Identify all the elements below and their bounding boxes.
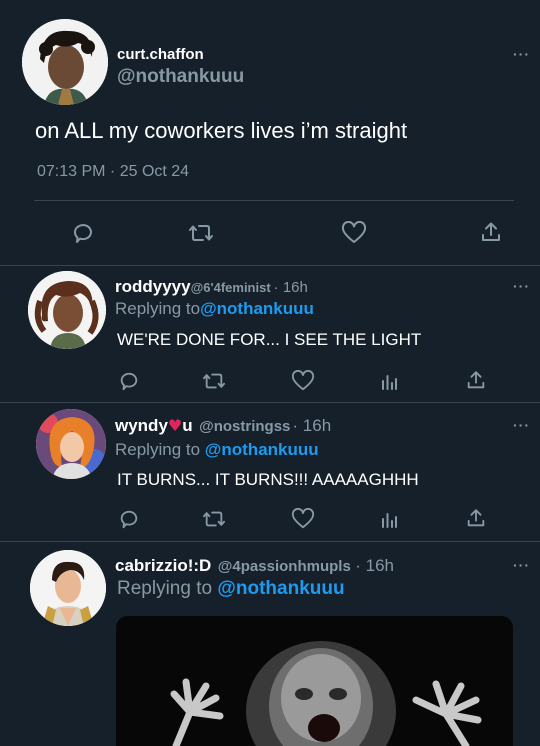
avatar[interactable] <box>36 409 106 479</box>
retweet-icon[interactable] <box>202 370 226 392</box>
more-icon[interactable]: ··· <box>513 278 530 294</box>
replying-to-handle[interactable]: @nothankuuu <box>205 440 319 459</box>
handle[interactable]: @nothankuuu <box>117 66 244 88</box>
retweet-icon[interactable] <box>188 221 214 245</box>
timestamp[interactable]: 07:13 PM · 25 Oct 24 <box>37 163 189 181</box>
handle[interactable]: @4passionhmupls <box>218 558 351 575</box>
reply-time[interactable]: · 16h <box>292 416 331 435</box>
replying-to-handle[interactable]: @nothankuuu <box>200 299 314 318</box>
share-icon[interactable] <box>479 220 503 244</box>
reply-icon[interactable] <box>71 221 95 245</box>
more-icon[interactable]: ··· <box>513 557 530 573</box>
handle[interactable]: @nostringss <box>199 418 290 435</box>
avatar[interactable] <box>30 550 106 626</box>
reply-icon[interactable] <box>118 370 140 392</box>
replying-to-handle[interactable]: @nothankuuu <box>217 578 344 599</box>
divider <box>34 200 514 201</box>
reply-text: WE'RE DONE FOR... I SEE THE LIGHT <box>117 330 422 349</box>
replying-to-label: Replying to <box>115 440 201 459</box>
analytics-icon[interactable] <box>379 509 399 529</box>
divider <box>0 402 540 403</box>
handle[interactable]: @6'4feminist <box>191 280 271 295</box>
avatar[interactable] <box>22 19 108 105</box>
heart-emoji-icon: ♥ <box>167 416 183 435</box>
more-icon[interactable]: ··· <box>513 417 530 433</box>
reply-text: IT BURNS... IT BURNS!!! AAAAAGHHH <box>117 470 419 489</box>
reply-icon[interactable] <box>118 508 140 530</box>
retweet-icon[interactable] <box>202 508 226 530</box>
display-name-suffix[interactable]: u <box>182 416 192 435</box>
display-name[interactable]: roddyyyy <box>115 277 191 296</box>
like-icon[interactable] <box>291 370 315 392</box>
replying-to-label: Replying to <box>115 299 201 318</box>
media-image[interactable] <box>116 616 513 746</box>
reply-time[interactable]: · 16h <box>355 556 394 575</box>
more-icon[interactable]: ··· <box>513 46 530 62</box>
tweet-text: on ALL my coworkers lives i’m straight <box>35 118 408 143</box>
replying-to-label: Replying to <box>117 578 213 599</box>
like-icon[interactable] <box>291 508 315 530</box>
like-icon[interactable] <box>341 221 367 245</box>
divider <box>0 541 540 542</box>
reply-time[interactable]: · 16h <box>274 279 308 296</box>
avatar[interactable] <box>28 271 106 349</box>
share-icon[interactable] <box>465 369 487 391</box>
display-name[interactable]: wyndy <box>115 416 168 435</box>
display-name[interactable]: curt.chaffon <box>117 46 204 63</box>
display-name[interactable]: cabrizzio!:D <box>115 556 211 575</box>
share-icon[interactable] <box>465 507 487 529</box>
divider <box>0 265 540 266</box>
analytics-icon[interactable] <box>379 371 399 391</box>
